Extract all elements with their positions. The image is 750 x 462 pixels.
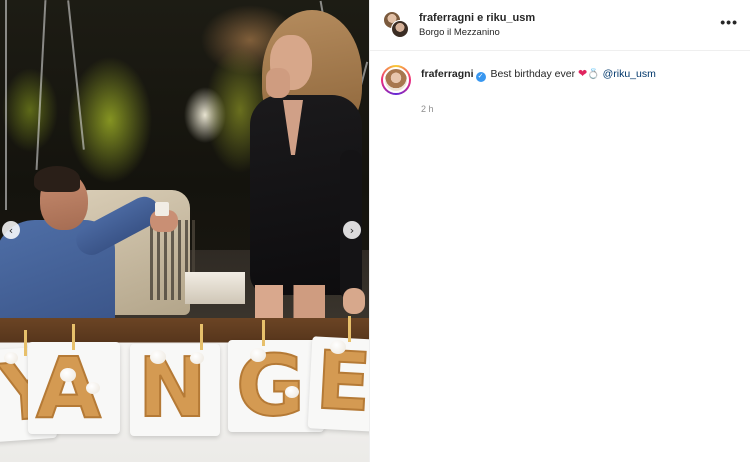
caption-body: Best birthday ever [490, 68, 576, 80]
post-authors[interactable]: fraferragni e riku_usm [419, 12, 720, 24]
post-viewer: Y A N G E [0, 0, 750, 462]
candle [262, 320, 265, 346]
post-location[interactable]: Borgo il Mezzanino [419, 27, 720, 38]
caption-text: fraferragni ✓ Best birthday ever ❤💍 @riku… [421, 65, 656, 95]
avatar [383, 67, 409, 93]
header-text: fraferragni e riku_usm Borgo il Mezzanin… [419, 12, 720, 38]
woman-hand-right [343, 288, 365, 314]
man-hair [34, 166, 80, 192]
woman-hand [266, 68, 290, 98]
chevron-right-icon[interactable]: › [343, 221, 361, 239]
ring-box [155, 202, 169, 216]
caption-avatar[interactable] [381, 65, 411, 95]
post-timestamp[interactable]: 2 h [370, 104, 750, 114]
ring-emoji: 💍 [587, 69, 600, 80]
caption-mention[interactable]: @riku_usm [603, 68, 656, 80]
photo-scene: Y A N G E [0, 0, 369, 462]
candle [72, 324, 75, 350]
more-icon[interactable]: ••• [720, 14, 738, 30]
cream-dollop [86, 382, 100, 394]
cake-board: A [28, 342, 120, 434]
post-photo[interactable]: Y A N G E [0, 0, 369, 462]
heart-emoji: ❤ [578, 68, 588, 80]
chevron-left-icon[interactable]: ‹ [2, 221, 20, 239]
balloon-string [5, 0, 7, 210]
cream-dollop [4, 352, 18, 364]
post-info-panel: fraferragni e riku_usm Borgo il Mezzanin… [369, 0, 750, 462]
cream-dollop [250, 348, 266, 362]
lit-box [185, 272, 245, 304]
cream-dollop [190, 352, 204, 364]
verified-icon: ✓ [475, 72, 486, 82]
cake-board: N [130, 344, 220, 436]
candle [24, 330, 27, 356]
cream-dollop [60, 368, 76, 382]
post-header: fraferragni e riku_usm Borgo il Mezzanin… [370, 0, 750, 51]
candle [348, 316, 351, 342]
cream-dollop [285, 386, 299, 398]
cream-dollop [150, 350, 166, 364]
candle [200, 324, 203, 350]
cream-dollop [330, 340, 346, 354]
avatar [391, 20, 409, 38]
caption-username[interactable]: fraferragni [421, 68, 474, 80]
caption: fraferragni ✓ Best birthday ever ❤💍 @riku… [370, 51, 750, 95]
collab-avatars[interactable] [383, 11, 409, 39]
